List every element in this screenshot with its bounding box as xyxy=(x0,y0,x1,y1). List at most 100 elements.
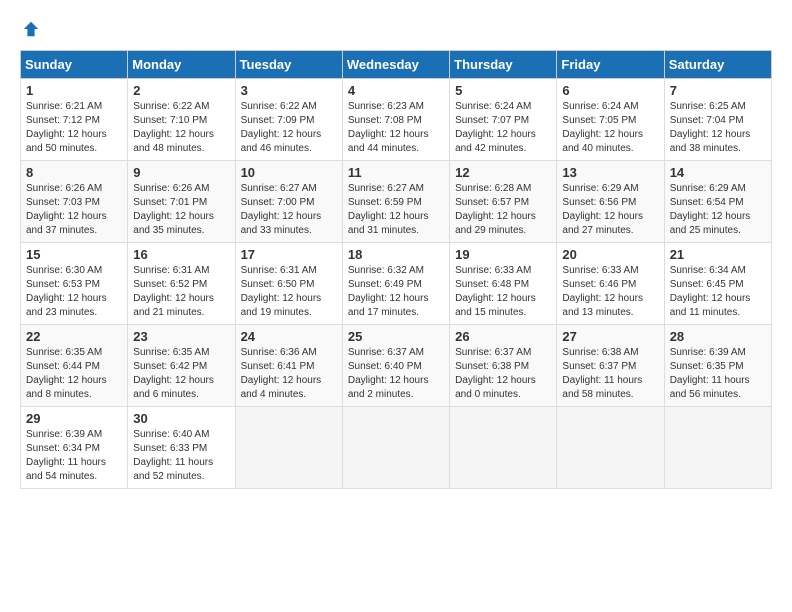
calendar-day-cell: 11 Sunrise: 6:27 AMSunset: 6:59 PMDaylig… xyxy=(342,161,449,243)
calendar-day-cell: 29 Sunrise: 6:39 AMSunset: 6:34 PMDaylig… xyxy=(21,407,128,489)
day-number: 21 xyxy=(670,247,766,262)
calendar-day-cell: 22 Sunrise: 6:35 AMSunset: 6:44 PMDaylig… xyxy=(21,325,128,407)
day-content: Sunrise: 6:29 AMSunset: 6:54 PMDaylight:… xyxy=(670,182,766,238)
calendar-day-cell: 17 Sunrise: 6:31 AMSunset: 6:50 PMDaylig… xyxy=(235,243,342,325)
day-number: 10 xyxy=(241,165,337,180)
day-content: Sunrise: 6:31 AMSunset: 6:50 PMDaylight:… xyxy=(241,264,337,320)
header-row: SundayMondayTuesdayWednesdayThursdayFrid… xyxy=(21,51,772,79)
weekday-header: Friday xyxy=(557,51,664,79)
day-content: Sunrise: 6:30 AMSunset: 6:53 PMDaylight:… xyxy=(26,264,122,320)
calendar-day-cell: 28 Sunrise: 6:39 AMSunset: 6:35 PMDaylig… xyxy=(664,325,771,407)
day-number: 20 xyxy=(562,247,658,262)
day-content: Sunrise: 6:23 AMSunset: 7:08 PMDaylight:… xyxy=(348,100,444,156)
calendar-table: SundayMondayTuesdayWednesdayThursdayFrid… xyxy=(20,50,772,489)
day-content: Sunrise: 6:21 AMSunset: 7:12 PMDaylight:… xyxy=(26,100,122,156)
calendar-day-cell xyxy=(557,407,664,489)
calendar-day-cell: 12 Sunrise: 6:28 AMSunset: 6:57 PMDaylig… xyxy=(450,161,557,243)
weekday-header: Sunday xyxy=(21,51,128,79)
day-content: Sunrise: 6:37 AMSunset: 6:40 PMDaylight:… xyxy=(348,346,444,402)
calendar-day-cell: 2 Sunrise: 6:22 AMSunset: 7:10 PMDayligh… xyxy=(128,79,235,161)
weekday-header: Saturday xyxy=(664,51,771,79)
day-number: 1 xyxy=(26,83,122,98)
calendar-day-cell: 10 Sunrise: 6:27 AMSunset: 7:00 PMDaylig… xyxy=(235,161,342,243)
calendar-day-cell: 1 Sunrise: 6:21 AMSunset: 7:12 PMDayligh… xyxy=(21,79,128,161)
logo xyxy=(20,20,40,34)
day-content: Sunrise: 6:29 AMSunset: 6:56 PMDaylight:… xyxy=(562,182,658,238)
calendar-day-cell: 24 Sunrise: 6:36 AMSunset: 6:41 PMDaylig… xyxy=(235,325,342,407)
calendar-day-cell xyxy=(235,407,342,489)
weekday-header: Wednesday xyxy=(342,51,449,79)
day-number: 16 xyxy=(133,247,229,262)
day-content: Sunrise: 6:39 AMSunset: 6:34 PMDaylight:… xyxy=(26,428,122,484)
day-number: 2 xyxy=(133,83,229,98)
day-content: Sunrise: 6:35 AMSunset: 6:44 PMDaylight:… xyxy=(26,346,122,402)
day-content: Sunrise: 6:33 AMSunset: 6:48 PMDaylight:… xyxy=(455,264,551,320)
weekday-header: Thursday xyxy=(450,51,557,79)
calendar-day-cell: 14 Sunrise: 6:29 AMSunset: 6:54 PMDaylig… xyxy=(664,161,771,243)
calendar-day-cell: 5 Sunrise: 6:24 AMSunset: 7:07 PMDayligh… xyxy=(450,79,557,161)
calendar-week-row: 29 Sunrise: 6:39 AMSunset: 6:34 PMDaylig… xyxy=(21,407,772,489)
day-number: 5 xyxy=(455,83,551,98)
day-content: Sunrise: 6:26 AMSunset: 7:01 PMDaylight:… xyxy=(133,182,229,238)
day-content: Sunrise: 6:34 AMSunset: 6:45 PMDaylight:… xyxy=(670,264,766,320)
day-content: Sunrise: 6:27 AMSunset: 6:59 PMDaylight:… xyxy=(348,182,444,238)
day-content: Sunrise: 6:24 AMSunset: 7:07 PMDaylight:… xyxy=(455,100,551,156)
day-content: Sunrise: 6:39 AMSunset: 6:35 PMDaylight:… xyxy=(670,346,766,402)
day-number: 24 xyxy=(241,329,337,344)
calendar-day-cell: 3 Sunrise: 6:22 AMSunset: 7:09 PMDayligh… xyxy=(235,79,342,161)
calendar-day-cell: 27 Sunrise: 6:38 AMSunset: 6:37 PMDaylig… xyxy=(557,325,664,407)
day-content: Sunrise: 6:22 AMSunset: 7:10 PMDaylight:… xyxy=(133,100,229,156)
calendar-day-cell: 13 Sunrise: 6:29 AMSunset: 6:56 PMDaylig… xyxy=(557,161,664,243)
day-number: 26 xyxy=(455,329,551,344)
calendar-day-cell: 7 Sunrise: 6:25 AMSunset: 7:04 PMDayligh… xyxy=(664,79,771,161)
day-number: 29 xyxy=(26,411,122,426)
calendar-week-row: 8 Sunrise: 6:26 AMSunset: 7:03 PMDayligh… xyxy=(21,161,772,243)
day-number: 8 xyxy=(26,165,122,180)
day-number: 11 xyxy=(348,165,444,180)
calendar-day-cell: 25 Sunrise: 6:37 AMSunset: 6:40 PMDaylig… xyxy=(342,325,449,407)
day-number: 28 xyxy=(670,329,766,344)
calendar-day-cell: 15 Sunrise: 6:30 AMSunset: 6:53 PMDaylig… xyxy=(21,243,128,325)
day-number: 22 xyxy=(26,329,122,344)
day-content: Sunrise: 6:25 AMSunset: 7:04 PMDaylight:… xyxy=(670,100,766,156)
day-number: 17 xyxy=(241,247,337,262)
day-content: Sunrise: 6:40 AMSunset: 6:33 PMDaylight:… xyxy=(133,428,229,484)
calendar-week-row: 22 Sunrise: 6:35 AMSunset: 6:44 PMDaylig… xyxy=(21,325,772,407)
day-content: Sunrise: 6:26 AMSunset: 7:03 PMDaylight:… xyxy=(26,182,122,238)
day-content: Sunrise: 6:22 AMSunset: 7:09 PMDaylight:… xyxy=(241,100,337,156)
page-header xyxy=(20,20,772,34)
day-content: Sunrise: 6:27 AMSunset: 7:00 PMDaylight:… xyxy=(241,182,337,238)
day-number: 4 xyxy=(348,83,444,98)
day-number: 19 xyxy=(455,247,551,262)
calendar-week-row: 15 Sunrise: 6:30 AMSunset: 6:53 PMDaylig… xyxy=(21,243,772,325)
calendar-body: 1 Sunrise: 6:21 AMSunset: 7:12 PMDayligh… xyxy=(21,79,772,489)
calendar-day-cell: 30 Sunrise: 6:40 AMSunset: 6:33 PMDaylig… xyxy=(128,407,235,489)
calendar-day-cell: 6 Sunrise: 6:24 AMSunset: 7:05 PMDayligh… xyxy=(557,79,664,161)
day-number: 13 xyxy=(562,165,658,180)
day-number: 27 xyxy=(562,329,658,344)
day-content: Sunrise: 6:24 AMSunset: 7:05 PMDaylight:… xyxy=(562,100,658,156)
logo-icon xyxy=(22,20,40,38)
calendar-day-cell: 26 Sunrise: 6:37 AMSunset: 6:38 PMDaylig… xyxy=(450,325,557,407)
calendar-day-cell xyxy=(342,407,449,489)
calendar-day-cell: 21 Sunrise: 6:34 AMSunset: 6:45 PMDaylig… xyxy=(664,243,771,325)
day-number: 7 xyxy=(670,83,766,98)
day-number: 6 xyxy=(562,83,658,98)
weekday-header: Monday xyxy=(128,51,235,79)
day-content: Sunrise: 6:36 AMSunset: 6:41 PMDaylight:… xyxy=(241,346,337,402)
day-number: 25 xyxy=(348,329,444,344)
day-content: Sunrise: 6:32 AMSunset: 6:49 PMDaylight:… xyxy=(348,264,444,320)
calendar-week-row: 1 Sunrise: 6:21 AMSunset: 7:12 PMDayligh… xyxy=(21,79,772,161)
calendar-day-cell: 4 Sunrise: 6:23 AMSunset: 7:08 PMDayligh… xyxy=(342,79,449,161)
day-content: Sunrise: 6:37 AMSunset: 6:38 PMDaylight:… xyxy=(455,346,551,402)
calendar-day-cell: 20 Sunrise: 6:33 AMSunset: 6:46 PMDaylig… xyxy=(557,243,664,325)
day-number: 18 xyxy=(348,247,444,262)
calendar-day-cell: 16 Sunrise: 6:31 AMSunset: 6:52 PMDaylig… xyxy=(128,243,235,325)
weekday-header: Tuesday xyxy=(235,51,342,79)
day-number: 30 xyxy=(133,411,229,426)
calendar-day-cell: 8 Sunrise: 6:26 AMSunset: 7:03 PMDayligh… xyxy=(21,161,128,243)
day-number: 9 xyxy=(133,165,229,180)
calendar-day-cell: 19 Sunrise: 6:33 AMSunset: 6:48 PMDaylig… xyxy=(450,243,557,325)
calendar-header: SundayMondayTuesdayWednesdayThursdayFrid… xyxy=(21,51,772,79)
day-content: Sunrise: 6:38 AMSunset: 6:37 PMDaylight:… xyxy=(562,346,658,402)
